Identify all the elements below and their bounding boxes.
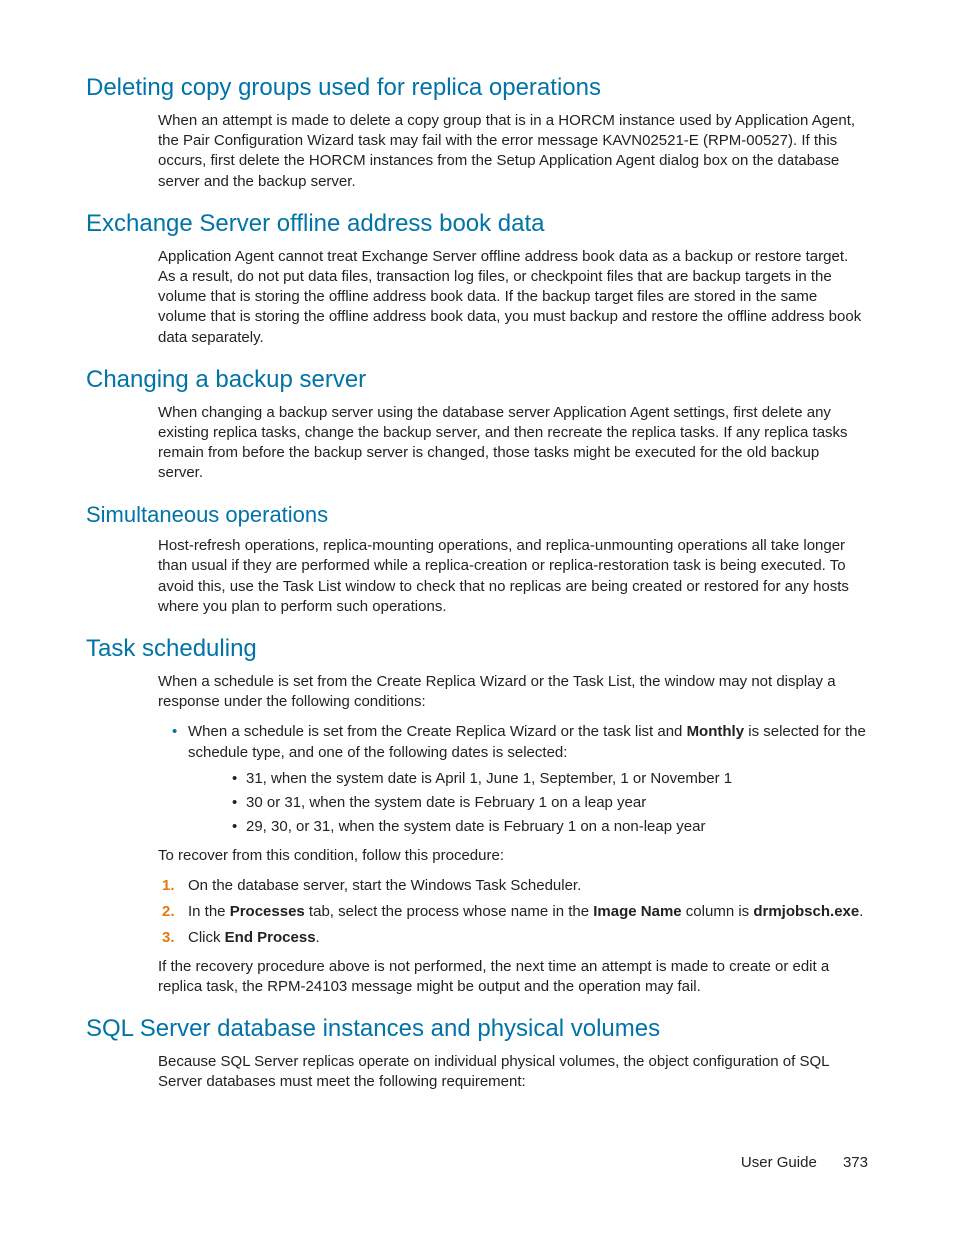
page-number: 373 — [843, 1154, 868, 1171]
text: In the — [188, 903, 230, 920]
step-item: Click End Process. — [158, 928, 868, 948]
bold-text: Processes — [230, 903, 305, 920]
heading-sql-server-instances: SQL Server database instances and physic… — [86, 1015, 868, 1044]
paragraph: Because SQL Server replicas operate on i… — [158, 1052, 868, 1093]
section-body: Application Agent cannot treat Exchange … — [158, 247, 868, 348]
section-body: When a schedule is set from the Create R… — [158, 672, 868, 997]
paragraph: Host-refresh operations, replica-mountin… — [158, 536, 868, 617]
text: When a schedule is set from the Create R… — [188, 723, 687, 740]
heading-task-scheduling: Task scheduling — [86, 635, 868, 664]
bullet-list: When a schedule is set from the Create R… — [158, 722, 868, 837]
paragraph: Application Agent cannot treat Exchange … — [158, 247, 868, 348]
paragraph: When a schedule is set from the Create R… — [158, 672, 868, 713]
step-item: On the database server, start the Window… — [158, 876, 868, 896]
paragraph: If the recovery procedure above is not p… — [158, 957, 868, 998]
sub-bullet-item: 29, 30, or 31, when the system date is F… — [188, 817, 868, 837]
sub-bullet-list: 31, when the system date is April 1, Jun… — [188, 769, 868, 838]
step-item: In the Processes tab, select the process… — [158, 902, 868, 922]
ordered-steps: On the database server, start the Window… — [158, 876, 868, 949]
section-body: When an attempt is made to delete a copy… — [158, 111, 868, 192]
section-body: Host-refresh operations, replica-mountin… — [158, 536, 868, 617]
footer-label: User Guide — [741, 1154, 817, 1171]
page-footer: User Guide 373 — [741, 1154, 868, 1171]
sub-bullet-item: 30 or 31, when the system date is Februa… — [188, 793, 868, 813]
bullet-item: When a schedule is set from the Create R… — [158, 722, 868, 837]
heading-changing-backup-server: Changing a backup server — [86, 366, 868, 395]
sub-bullet-item: 31, when the system date is April 1, Jun… — [188, 769, 868, 789]
heading-exchange-server-offline: Exchange Server offline address book dat… — [86, 210, 868, 239]
text: . — [859, 903, 863, 920]
text: Click — [188, 929, 225, 946]
bold-text: drmjobsch.exe — [753, 903, 859, 920]
heading-simultaneous-operations: Simultaneous operations — [86, 502, 868, 528]
paragraph: When changing a backup server using the … — [158, 403, 868, 484]
page: Deleting copy groups used for replica op… — [0, 0, 954, 1235]
text: tab, select the process whose name in th… — [305, 903, 594, 920]
text: column is — [682, 903, 754, 920]
bold-text: Monthly — [687, 723, 745, 740]
section-body: Because SQL Server replicas operate on i… — [158, 1052, 868, 1093]
text: . — [316, 929, 320, 946]
bold-text: End Process — [225, 929, 316, 946]
paragraph: To recover from this condition, follow t… — [158, 846, 868, 866]
bold-text: Image Name — [593, 903, 681, 920]
heading-deleting-copy-groups: Deleting copy groups used for replica op… — [86, 74, 868, 103]
paragraph: When an attempt is made to delete a copy… — [158, 111, 868, 192]
section-body: When changing a backup server using the … — [158, 403, 868, 484]
